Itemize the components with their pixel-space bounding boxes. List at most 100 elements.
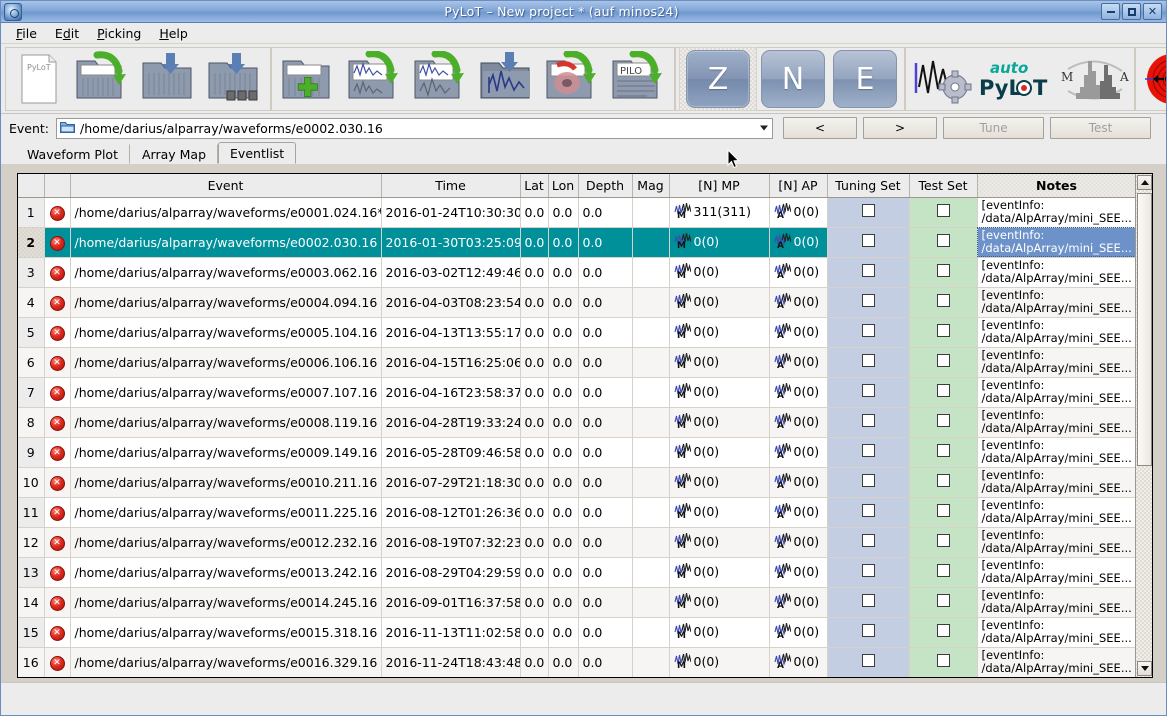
cell-notes[interactable]: [eventInfo:/data/AlpArray/mini_SEE... bbox=[977, 377, 1135, 407]
cell-tuning-set[interactable] bbox=[827, 317, 909, 347]
scrollbar-thumb[interactable] bbox=[1137, 193, 1152, 466]
reference-marker-cell[interactable]: ✕ bbox=[44, 557, 70, 587]
cell-ap[interactable]: A0(0) bbox=[769, 587, 827, 617]
reference-marker-cell[interactable]: ✕ bbox=[44, 587, 70, 617]
component-e-button[interactable]: E bbox=[833, 50, 897, 108]
locate-event-icon[interactable] bbox=[1139, 48, 1167, 110]
table-row[interactable]: 7✕/home/darius/alparray/waveforms/e0007.… bbox=[18, 377, 1135, 407]
cell-depth[interactable]: 0.0 bbox=[578, 497, 632, 527]
reference-marker-cell[interactable]: ✕ bbox=[44, 647, 70, 677]
cell-mag[interactable] bbox=[632, 647, 669, 677]
cell-lon[interactable]: 0.0 bbox=[548, 497, 578, 527]
cell-lon[interactable]: 0.0 bbox=[548, 227, 578, 257]
cell-lat[interactable]: 0.0 bbox=[520, 587, 548, 617]
cell-notes[interactable]: [eventInfo:/data/AlpArray/mini_SEE... bbox=[977, 317, 1135, 347]
cell-lat[interactable]: 0.0 bbox=[520, 227, 548, 257]
reference-marker-cell[interactable]: ✕ bbox=[44, 227, 70, 257]
cell-ap[interactable]: A0(0) bbox=[769, 287, 827, 317]
header-notes[interactable]: Notes bbox=[977, 174, 1135, 197]
cell-tuning-set[interactable] bbox=[827, 497, 909, 527]
row-number[interactable]: 11 bbox=[18, 497, 44, 527]
tuning-set-checkbox[interactable] bbox=[862, 564, 875, 577]
row-number[interactable]: 7 bbox=[18, 377, 44, 407]
cell-ap[interactable]: A0(0) bbox=[769, 527, 827, 557]
minimize-button[interactable] bbox=[1101, 3, 1120, 20]
reference-dot-icon[interactable]: ✕ bbox=[50, 326, 65, 341]
cell-lat[interactable]: 0.0 bbox=[520, 527, 548, 557]
cell-time[interactable]: 2016-08-29T04:29:59 bbox=[381, 557, 520, 587]
cell-time[interactable]: 2016-07-29T21:18:30 bbox=[381, 467, 520, 497]
cell-notes[interactable]: [eventInfo:/data/AlpArray/mini_SEE... bbox=[977, 437, 1135, 467]
cell-ap[interactable]: A0(0) bbox=[769, 257, 827, 287]
cell-lat[interactable]: 0.0 bbox=[520, 647, 548, 677]
test-set-checkbox[interactable] bbox=[937, 504, 950, 517]
cell-tuning-set[interactable] bbox=[827, 377, 909, 407]
reference-dot-icon[interactable]: ✕ bbox=[50, 356, 65, 371]
cell-mp[interactable]: M0(0) bbox=[669, 647, 769, 677]
cell-depth[interactable]: 0.0 bbox=[578, 227, 632, 257]
tab-waveform-plot[interactable]: Waveform Plot bbox=[15, 144, 130, 164]
cell-mag[interactable] bbox=[632, 257, 669, 287]
cell-depth[interactable]: 0.0 bbox=[578, 527, 632, 557]
cell-mag[interactable] bbox=[632, 467, 669, 497]
cell-test-set[interactable] bbox=[909, 257, 977, 287]
cell-event[interactable]: /home/darius/alparray/waveforms/e0007.10… bbox=[70, 377, 381, 407]
cell-lon[interactable]: 0.0 bbox=[548, 527, 578, 557]
header-ap[interactable]: [N] AP bbox=[769, 174, 827, 197]
cell-ap[interactable]: A0(0) bbox=[769, 407, 827, 437]
cell-lon[interactable]: 0.0 bbox=[548, 317, 578, 347]
cell-time[interactable]: 2016-08-12T01:26:36 bbox=[381, 497, 520, 527]
cell-lat[interactable]: 0.0 bbox=[520, 497, 548, 527]
cell-lat[interactable]: 0.0 bbox=[520, 407, 548, 437]
cell-lon[interactable]: 0.0 bbox=[548, 587, 578, 617]
cell-mp[interactable]: M0(0) bbox=[669, 287, 769, 317]
table-row[interactable]: 15✕/home/darius/alparray/waveforms/e0015… bbox=[18, 617, 1135, 647]
cell-notes[interactable]: [eventInfo:/data/AlpArray/mini_SEE... bbox=[977, 527, 1135, 557]
tuning-set-checkbox[interactable] bbox=[862, 384, 875, 397]
cell-lon[interactable]: 0.0 bbox=[548, 347, 578, 377]
cell-test-set[interactable] bbox=[909, 197, 977, 227]
reference-marker-cell[interactable]: ✕ bbox=[44, 317, 70, 347]
test-set-checkbox[interactable] bbox=[937, 414, 950, 427]
tab-array-map[interactable]: Array Map bbox=[130, 144, 218, 164]
table-row[interactable]: 13✕/home/darius/alparray/waveforms/e0013… bbox=[18, 557, 1135, 587]
cell-event[interactable]: /home/darius/alparray/waveforms/e0016.32… bbox=[70, 647, 381, 677]
test-set-checkbox[interactable] bbox=[937, 474, 950, 487]
load-waveform-icon[interactable] bbox=[341, 48, 407, 110]
cell-mp[interactable]: M0(0) bbox=[669, 377, 769, 407]
cell-lon[interactable]: 0.0 bbox=[548, 437, 578, 467]
row-number[interactable]: 5 bbox=[18, 317, 44, 347]
cell-test-set[interactable] bbox=[909, 227, 977, 257]
tuning-set-checkbox[interactable] bbox=[862, 654, 875, 667]
row-number[interactable]: 16 bbox=[18, 647, 44, 677]
reference-marker-cell[interactable]: ✕ bbox=[44, 497, 70, 527]
reference-dot-icon[interactable]: ✕ bbox=[50, 266, 65, 281]
tab-eventlist[interactable]: Eventlist bbox=[218, 142, 296, 164]
cell-test-set[interactable] bbox=[909, 587, 977, 617]
cell-mag[interactable] bbox=[632, 527, 669, 557]
cell-lat[interactable]: 0.0 bbox=[520, 377, 548, 407]
header-lon[interactable]: Lon bbox=[548, 174, 578, 197]
menu-edit[interactable]: Edit bbox=[46, 24, 88, 43]
cell-time[interactable]: 2016-04-03T08:23:54 bbox=[381, 287, 520, 317]
cell-event[interactable]: /home/darius/alparray/waveforms/e0010.21… bbox=[70, 467, 381, 497]
cell-ap[interactable]: A0(0) bbox=[769, 347, 827, 377]
test-set-checkbox[interactable] bbox=[937, 594, 950, 607]
header-rownum[interactable] bbox=[18, 174, 44, 197]
cell-event[interactable]: /home/darius/alparray/waveforms/e0005.10… bbox=[70, 317, 381, 347]
reference-marker-cell[interactable]: ✕ bbox=[44, 437, 70, 467]
cell-event[interactable]: /home/darius/alparray/waveforms/e0001.02… bbox=[70, 197, 381, 227]
cell-tuning-set[interactable] bbox=[827, 437, 909, 467]
table-row[interactable]: 16✕/home/darius/alparray/waveforms/e0016… bbox=[18, 647, 1135, 677]
test-set-checkbox[interactable] bbox=[937, 324, 950, 337]
table-row[interactable]: 4✕/home/darius/alparray/waveforms/e0004.… bbox=[18, 287, 1135, 317]
menu-file[interactable]: File bbox=[7, 24, 46, 43]
cell-ap[interactable]: A0(0) bbox=[769, 617, 827, 647]
cell-ap[interactable]: A0(0) bbox=[769, 197, 827, 227]
cell-tuning-set[interactable] bbox=[827, 197, 909, 227]
cell-test-set[interactable] bbox=[909, 407, 977, 437]
test-set-checkbox[interactable] bbox=[937, 354, 950, 367]
cell-mp[interactable]: M0(0) bbox=[669, 527, 769, 557]
reference-dot-icon[interactable]: ✕ bbox=[50, 536, 65, 551]
cell-lat[interactable]: 0.0 bbox=[520, 347, 548, 377]
